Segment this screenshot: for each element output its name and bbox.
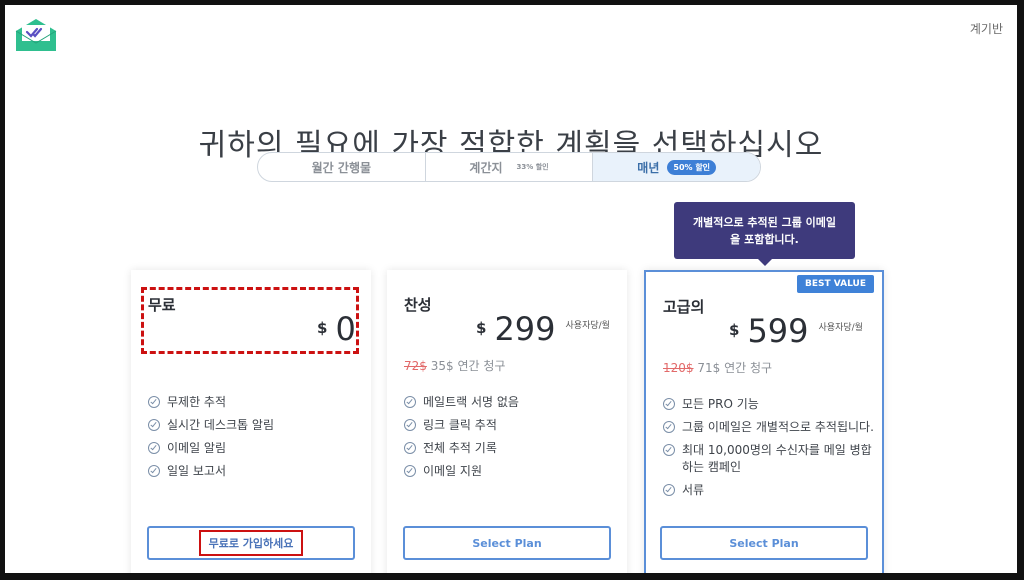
list-item: 일일 보고서	[148, 463, 360, 480]
plan-price: $ 299 사용자당/월	[476, 310, 610, 348]
check-circle-icon	[148, 396, 160, 408]
currency-symbol: $	[317, 319, 328, 337]
annual-billing: 72$ 35$ 연간 청구	[404, 357, 505, 374]
list-item: 서류	[663, 482, 875, 499]
currency-symbol: $	[476, 319, 487, 337]
dashboard-link[interactable]: 계기반	[970, 20, 1003, 37]
feature-list: 메일트랙 서명 없음 링크 클릭 추적 전체 추적 기록 이메일 지원	[404, 394, 616, 486]
list-item: 이메일 알림	[148, 440, 360, 457]
select-plan-premium-button[interactable]: Select Plan	[660, 526, 868, 560]
select-plan-pro-button[interactable]: Select Plan	[403, 526, 611, 560]
list-item: 전체 추적 기록	[404, 440, 616, 457]
plan-price: $ 599 사용자당/월	[729, 312, 863, 350]
plan-card-pro: 찬성 $ 299 사용자당/월 72$ 35$ 연간 청구 메일트랙 서명 없음…	[387, 270, 627, 573]
tooltip: 개별적으로 추적된 그룹 이메일을 포함합니다.	[674, 202, 855, 266]
annual-price: 71$ 연간 청구	[697, 361, 773, 375]
check-circle-icon	[148, 442, 160, 454]
price-amount: 599	[747, 312, 809, 350]
list-item: 최대 10,000명의 수신자를 메일 병합하는 캠페인	[663, 442, 875, 476]
list-item: 모든 PRO 기능	[663, 396, 875, 413]
pricing-page: 계기반 귀하의 필요에 가장 적합한 계획을 선택하십시오 월간 간행물 계간지…	[5, 5, 1017, 573]
best-value-badge: BEST VALUE	[797, 275, 874, 293]
plan-name: 고급의	[663, 298, 705, 316]
tooltip-text: 개별적으로 추적된 그룹 이메일을 포함합니다.	[692, 215, 837, 246]
check-circle-icon	[148, 465, 160, 477]
old-price: 120$	[663, 361, 694, 375]
feature-text: 실시간 데스크톱 알림	[167, 418, 274, 432]
signup-button-label: 무료로 가입하세요	[198, 530, 304, 556]
feature-list: 모든 PRO 기능 그룹 이메일은 개별적으로 추적됩니다. 최대 10,000…	[663, 396, 875, 505]
tab-monthly[interactable]: 월간 간행물	[258, 153, 426, 181]
list-item: 이메일 지원	[404, 463, 616, 480]
price-amount: 299	[494, 310, 556, 348]
check-circle-icon	[663, 444, 675, 456]
list-item: 메일트랙 서명 없음	[404, 394, 616, 411]
annual-billing: 120$ 71$ 연간 청구	[663, 359, 772, 376]
feature-text: 서류	[682, 483, 705, 497]
check-circle-icon	[148, 419, 160, 431]
plan-card-free: 무료 $ 0 무제한 추적 실시간 데스크톱 알림 이메일 알림 일일 보고서 …	[131, 270, 371, 573]
tab-quarterly[interactable]: 계간지 33% 할인	[426, 153, 594, 181]
feature-text: 그룹 이메일은 개별적으로 추적됩니다.	[682, 420, 874, 434]
signup-free-button[interactable]: 무료로 가입하세요	[147, 526, 355, 560]
old-price: 72$	[404, 359, 427, 373]
feature-text: 일일 보고서	[167, 464, 227, 478]
currency-symbol: $	[729, 321, 740, 339]
list-item: 무제한 추적	[148, 394, 360, 411]
tab-label: 월간 간행물	[311, 160, 372, 175]
check-circle-icon	[663, 421, 675, 433]
check-circle-icon	[663, 484, 675, 496]
discount-badge: 50% 할인	[667, 159, 717, 175]
mailtrack-logo[interactable]	[13, 17, 59, 53]
feature-text: 메일트랙 서명 없음	[423, 395, 519, 409]
tab-label: 계간지	[469, 160, 503, 175]
plan-name: 찬성	[404, 296, 432, 314]
price-amount: 0	[335, 310, 356, 348]
feature-list: 무제한 추적 실시간 데스크톱 알림 이메일 알림 일일 보고서	[148, 394, 360, 486]
feature-text: 모든 PRO 기능	[682, 397, 759, 411]
plan-price: $ 0	[317, 310, 356, 348]
discount-note: 33% 할인	[516, 163, 549, 171]
check-circle-icon	[404, 396, 416, 408]
check-circle-icon	[663, 398, 675, 410]
check-circle-icon	[404, 419, 416, 431]
list-item: 링크 클릭 추적	[404, 417, 616, 434]
tab-yearly[interactable]: 매년 50% 할인	[593, 153, 760, 181]
feature-text: 이메일 알림	[167, 441, 227, 455]
annual-price: 35$ 연간 청구	[430, 359, 506, 373]
price-unit: 사용자당/월	[818, 323, 863, 333]
list-item: 그룹 이메일은 개별적으로 추적됩니다.	[663, 419, 875, 436]
check-circle-icon	[404, 442, 416, 454]
list-item: 실시간 데스크톱 알림	[148, 417, 360, 434]
plan-card-premium: BEST VALUE 고급의 $ 599 사용자당/월 120$ 71$ 연간 …	[644, 270, 884, 573]
plan-name: 무료	[148, 296, 176, 314]
feature-text: 무제한 추적	[167, 395, 227, 409]
tab-label: 매년	[637, 160, 660, 175]
price-unit: 사용자당/월	[565, 321, 610, 331]
feature-text: 이메일 지원	[423, 464, 483, 478]
feature-text: 전체 추적 기록	[423, 441, 497, 455]
feature-text: 최대 10,000명의 수신자를 메일 병합하는 캠페인	[682, 443, 872, 474]
feature-text: 링크 클릭 추적	[423, 418, 497, 432]
check-circle-icon	[404, 465, 416, 477]
billing-period-toggle: 월간 간행물 계간지 33% 할인 매년 50% 할인	[257, 152, 761, 182]
